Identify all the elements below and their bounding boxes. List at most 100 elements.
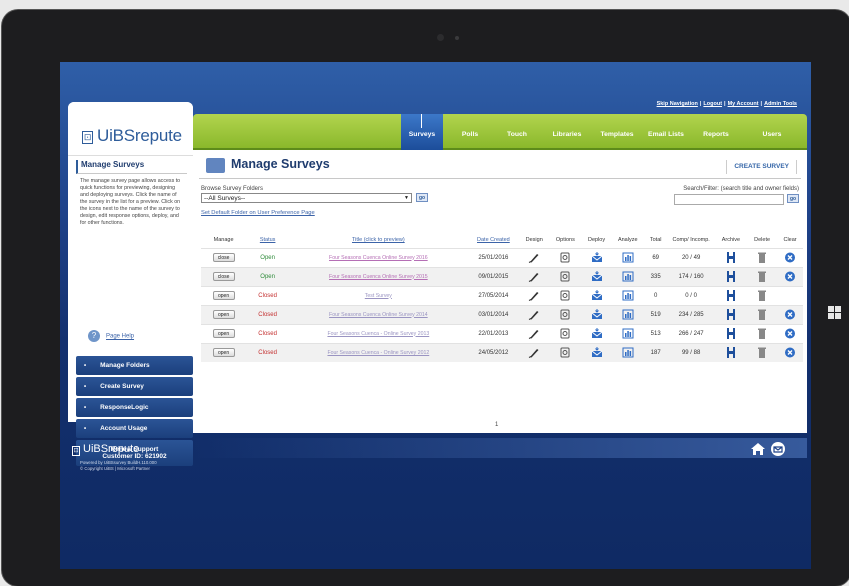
deploy-cell[interactable]	[581, 247, 612, 267]
analyze-icon[interactable]	[622, 290, 634, 301]
delete-cell[interactable]	[747, 266, 778, 286]
archive-icon[interactable]	[725, 309, 737, 320]
trash-icon[interactable]	[756, 309, 768, 320]
design-icon[interactable]	[528, 271, 540, 282]
clear-cell[interactable]	[777, 323, 803, 343]
analyze-icon[interactable]	[622, 271, 634, 282]
open-button[interactable]: open	[212, 310, 235, 319]
page-help-link[interactable]: ? Page Help	[88, 330, 134, 342]
mail-icon[interactable]	[771, 442, 785, 456]
header-title[interactable]: Title (click to preview)	[289, 232, 467, 248]
archive-cell[interactable]	[714, 323, 748, 343]
design-icon[interactable]	[528, 252, 540, 263]
header-status[interactable]: Status	[246, 232, 289, 248]
trash-icon[interactable]	[756, 252, 768, 263]
archive-icon[interactable]	[725, 271, 737, 282]
clear-cell[interactable]	[777, 342, 803, 362]
deploy-cell[interactable]	[581, 304, 612, 324]
archive-cell[interactable]	[714, 266, 748, 286]
design-cell[interactable]	[519, 266, 550, 286]
options-icon[interactable]	[559, 271, 571, 282]
trash-icon[interactable]	[756, 347, 768, 359]
analyze-icon[interactable]	[622, 328, 634, 339]
options-cell[interactable]	[549, 285, 582, 305]
search-input[interactable]	[674, 194, 784, 205]
archive-cell[interactable]	[714, 342, 748, 362]
survey-title-link[interactable]: Four Seasons Cuenca - Online Survey 2013	[289, 323, 468, 343]
tab-polls[interactable]: Polls	[457, 131, 483, 138]
options-cell[interactable]	[549, 342, 582, 362]
clear-icon[interactable]	[784, 309, 796, 320]
admin-tools-link[interactable]: Admin Tools	[764, 101, 797, 107]
open-button[interactable]: open	[212, 291, 235, 300]
options-icon[interactable]	[559, 328, 571, 339]
delete-cell[interactable]	[747, 323, 778, 343]
pagination[interactable]: 1	[495, 422, 498, 428]
deploy-cell[interactable]	[581, 342, 612, 362]
delete-cell[interactable]	[747, 304, 778, 324]
archive-cell[interactable]	[714, 304, 748, 324]
design-cell[interactable]	[519, 323, 550, 343]
options-cell[interactable]	[549, 323, 582, 343]
clear-icon[interactable]	[784, 347, 796, 358]
close-button[interactable]: close	[212, 253, 235, 262]
header-date[interactable]: Date Created	[468, 232, 520, 248]
design-icon[interactable]	[528, 309, 540, 320]
analyze-cell[interactable]	[611, 285, 644, 305]
trash-icon[interactable]	[756, 290, 768, 301]
windows-logo-icon[interactable]	[828, 306, 842, 320]
trash-icon[interactable]	[756, 328, 768, 339]
archive-icon[interactable]	[725, 328, 737, 339]
delete-cell[interactable]	[747, 247, 778, 267]
survey-title-link[interactable]: Four Seasons Cuenca Online Survey 2016	[289, 247, 468, 267]
tab-reports[interactable]: Reports	[699, 131, 733, 138]
open-button[interactable]: open	[212, 348, 235, 358]
home-icon[interactable]	[750, 442, 766, 456]
folder-select[interactable]: --All Surveys-- ▼	[201, 193, 412, 203]
sidebar-item-responselogic[interactable]: • ResponseLogic	[76, 398, 193, 417]
search-go-button[interactable]: go	[787, 194, 799, 203]
skip-navigation-link[interactable]: Skip Navigation	[657, 101, 698, 107]
create-survey-button[interactable]: CREATE SURVEY	[726, 160, 797, 174]
tab-users[interactable]: Users	[759, 131, 785, 138]
analyze-icon[interactable]	[622, 347, 634, 358]
survey-title-link[interactable]: Four Seasons Cuenca Online Survey 2015	[289, 266, 468, 286]
deploy-icon[interactable]	[591, 309, 603, 320]
open-button[interactable]: open	[212, 329, 235, 338]
design-cell[interactable]	[519, 247, 550, 267]
options-icon[interactable]	[559, 290, 571, 301]
tab-touch[interactable]: Touch	[503, 131, 531, 138]
archive-icon[interactable]	[725, 290, 737, 301]
options-cell[interactable]	[549, 247, 582, 267]
logout-link[interactable]: Logout	[703, 101, 722, 107]
clear-icon[interactable]	[784, 252, 796, 263]
sidebar-item-account-usage[interactable]: • Account Usage	[76, 419, 193, 438]
options-icon[interactable]	[559, 309, 571, 320]
clear-icon[interactable]	[784, 328, 796, 339]
tab-templates[interactable]: Templates	[595, 131, 639, 138]
footer-logo[interactable]: ⊡ UiBSrepute	[72, 443, 139, 456]
analyze-cell[interactable]	[611, 266, 644, 286]
design-icon[interactable]	[528, 347, 540, 359]
archive-icon[interactable]	[725, 347, 737, 359]
options-cell[interactable]	[549, 304, 582, 324]
tab-libraries[interactable]: Libraries	[549, 131, 585, 138]
clear-cell[interactable]	[777, 266, 803, 286]
deploy-cell[interactable]	[581, 285, 612, 305]
deploy-icon[interactable]	[591, 252, 603, 263]
clear-cell[interactable]	[777, 247, 803, 267]
clear-icon[interactable]	[784, 271, 796, 282]
design-cell[interactable]	[519, 342, 550, 362]
logo[interactable]: ⊡ UiBSrepute	[82, 126, 182, 146]
archive-cell[interactable]	[714, 247, 748, 267]
trash-icon[interactable]	[756, 271, 768, 282]
options-icon[interactable]	[559, 252, 571, 263]
design-cell[interactable]	[519, 304, 550, 324]
tab-email-lists[interactable]: Email Lists	[643, 131, 689, 138]
sidebar-item-create-survey[interactable]: • Create Survey	[76, 377, 193, 396]
archive-icon[interactable]	[725, 252, 737, 263]
survey-title-link[interactable]: Four Seasons Cuenca - Online Survey 2012	[289, 342, 468, 362]
set-default-folder-link[interactable]: Set Default Folder on User Preference Pa…	[201, 210, 315, 216]
design-icon[interactable]	[528, 328, 540, 339]
analyze-cell[interactable]	[611, 342, 644, 362]
